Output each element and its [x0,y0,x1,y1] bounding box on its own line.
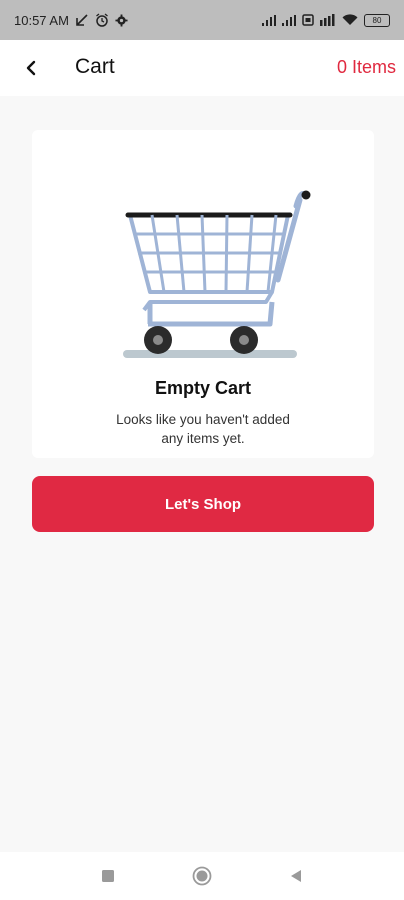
wifi-icon [342,14,358,26]
status-left: 10:57 AM [14,13,128,28]
status-bar: 10:57 AM 80 [0,0,404,40]
back-triangle-icon [291,870,301,882]
sim-card-icon [302,14,314,26]
lets-shop-button[interactable]: Let's Shop [32,476,374,532]
recent-apps-icon [102,870,114,882]
status-right: 80 [262,13,390,27]
home-icon [192,866,212,886]
system-back-button[interactable] [286,866,306,886]
app-bar: Cart 0 Items [0,40,404,96]
empty-cart-card: Empty Cart Looks like you haven't added … [32,130,374,458]
signal-icon [282,14,296,26]
status-time: 10:57 AM [14,12,69,28]
home-button[interactable] [192,866,212,886]
volte-icon [320,14,336,26]
page-title: Cart [75,55,115,78]
battery-icon: 80 [364,13,390,27]
back-button[interactable] [16,52,46,84]
battery-level: 80 [364,13,390,27]
chevron-left-icon [26,60,36,76]
cart-items-count[interactable]: 0 Items [337,57,396,78]
alarm-icon [95,13,109,27]
settings-gear-icon [115,13,128,27]
system-nav-bar [0,852,404,900]
recent-apps-button[interactable] [98,866,118,886]
empty-cart-description: Looks like you haven't added any items y… [116,412,290,446]
signal-icon [262,14,276,26]
empty-cart-title: Empty Cart [154,378,252,398]
missed-call-icon [75,13,89,27]
shopping-cart-icon [123,190,311,358]
